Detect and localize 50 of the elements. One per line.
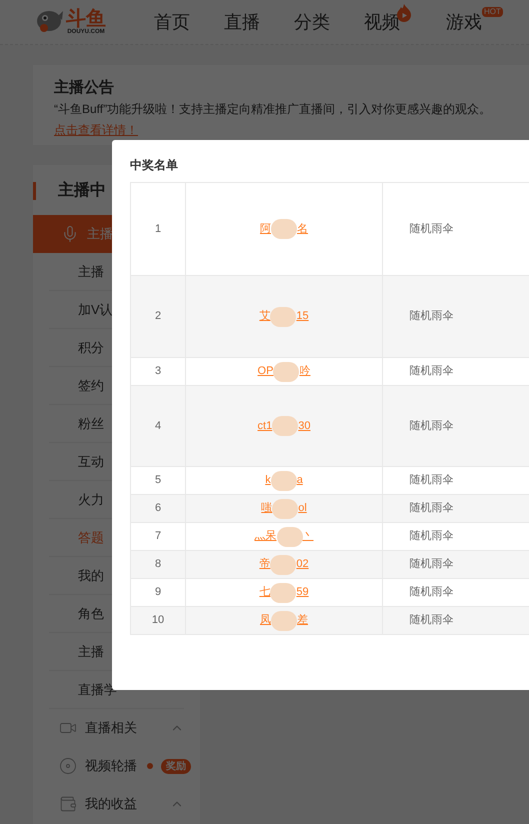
disc-icon: [59, 757, 77, 775]
redaction-blur: [271, 219, 297, 239]
winner-name-link[interactable]: 帝 02: [259, 554, 309, 574]
winner-name-link[interactable]: ct1 30: [258, 416, 310, 436]
rank-cell: 1: [130, 182, 186, 276]
winner-name-link[interactable]: 艾 15: [259, 306, 309, 326]
wallet-icon: [59, 795, 77, 813]
dialog-title: 中奖名单: [130, 157, 178, 174]
hot-badge: HOT: [482, 7, 503, 17]
sidebar-item[interactable]: 互动: [78, 452, 104, 472]
winner-name-link[interactable]: 阿 名: [260, 219, 308, 239]
sidebar-item[interactable]: 积分: [78, 338, 104, 358]
sidebar-item[interactable]: 主播: [78, 642, 104, 662]
nav-link[interactable]: 直播: [224, 8, 260, 36]
sidebar-section[interactable]: 我的收益: [33, 785, 200, 823]
details-link[interactable]: 点击查看详情！: [54, 122, 138, 136]
sidebar-item[interactable]: 答题: [78, 528, 104, 548]
announcement-title: 主播公告: [54, 78, 115, 98]
sidebar-item[interactable]: 我的: [78, 566, 104, 586]
nav-link[interactable]: 游戏: [446, 8, 482, 36]
redaction-blur: [272, 416, 298, 436]
nav-link[interactable]: 视频: [364, 8, 400, 36]
redaction-blur: [270, 306, 296, 326]
reward-badge: 奖励: [161, 758, 191, 774]
sidebar-item[interactable]: 火力: [78, 490, 104, 510]
nav-link[interactable]: 分类: [294, 8, 330, 36]
announcement-text: “斗鱼Buff”功能升级啦！支持主播定向精准推广直播间，引入对你更感兴趣的观众。: [54, 100, 492, 118]
sidebar-item[interactable]: 角色: [78, 604, 104, 624]
redaction-blur: [276, 526, 302, 546]
redaction-blur: [273, 362, 300, 382]
redaction-blur: [272, 498, 298, 518]
sidebar-title: 主播中: [58, 180, 106, 201]
redaction-blur: [270, 554, 296, 574]
sidebar-item[interactable]: 主播: [78, 262, 104, 282]
logo-text[interactable]: 斗鱼: [66, 9, 106, 29]
rank-cell: 10: [130, 606, 186, 634]
redaction-blur: [271, 610, 297, 630]
sidebar-item[interactable]: 加V认: [78, 300, 113, 320]
winner-name-link[interactable]: OP 吟: [258, 362, 310, 382]
winner-name-link[interactable]: 七 59: [259, 582, 309, 602]
redaction-blur: [270, 470, 297, 490]
sidebar-section[interactable]: 视频轮播 奖励: [33, 747, 200, 785]
sidebar-item[interactable]: 签约: [78, 376, 104, 396]
sidebar-item[interactable]: 粉丝: [78, 414, 104, 434]
winner-name-link[interactable]: 凤 差: [260, 610, 308, 630]
nav-link[interactable]: 首页: [154, 8, 190, 36]
winner-name-link[interactable]: k a: [265, 470, 303, 490]
sidebar-section[interactable]: 直播相关: [33, 709, 200, 747]
winner-name-link[interactable]: 嗤 ol: [261, 498, 307, 518]
redaction-blur: [270, 582, 296, 602]
